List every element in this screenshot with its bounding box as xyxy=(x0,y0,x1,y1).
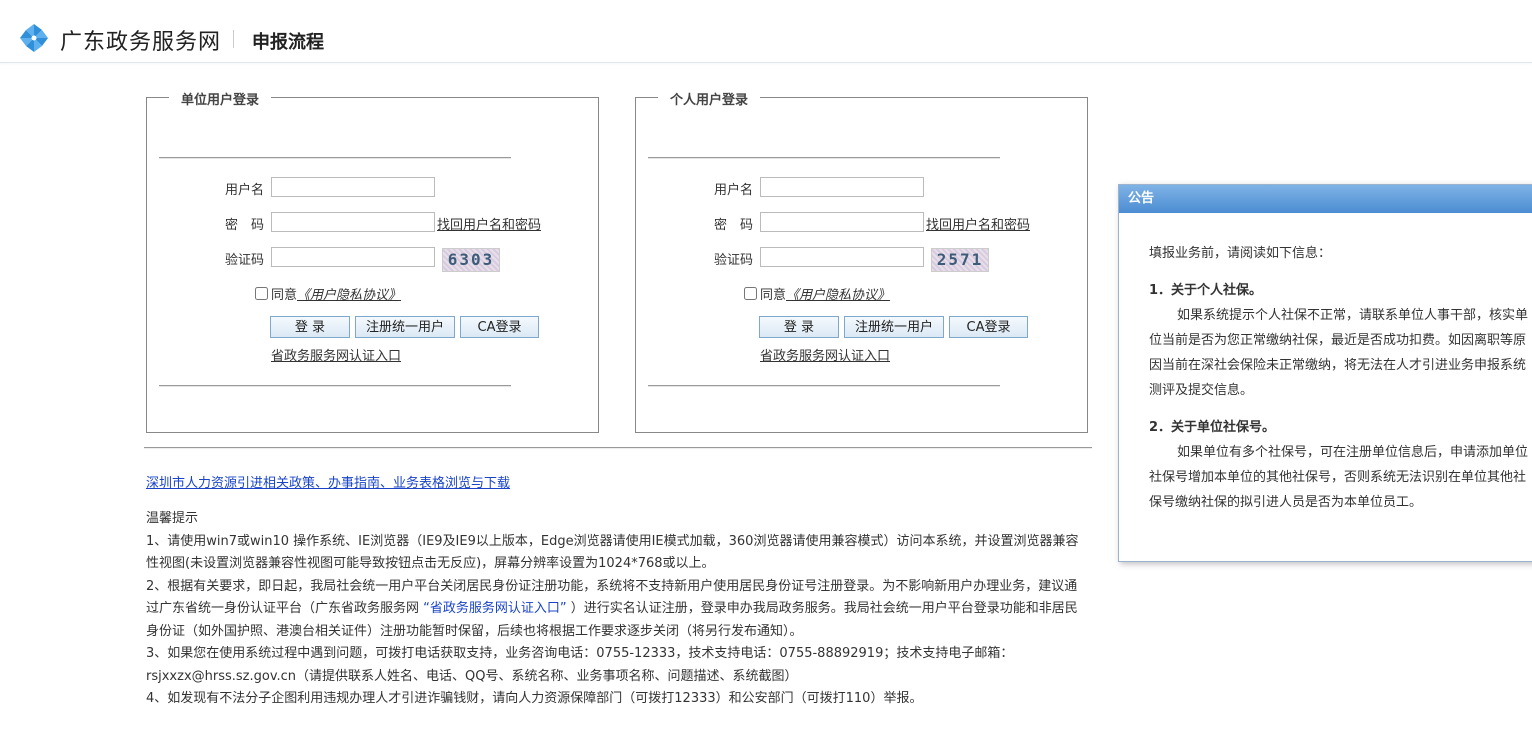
notice-panel: 公告 填报业务前，请阅读如下信息： 1．关于个人社保。 如果系统提示个人社保不正… xyxy=(1118,184,1532,562)
personal-login-legend: 个人用户登录 xyxy=(658,89,761,108)
personal-ca-login-button[interactable]: CA登录 xyxy=(949,316,1028,338)
personal-forgot-password-link[interactable]: 找回用户名和密码 xyxy=(926,214,1030,233)
site-name[interactable]: 广东政务服务网 xyxy=(60,24,221,56)
unit-province-auth-link[interactable]: 省政务服务网认证入口 xyxy=(271,345,401,364)
notice-body: 填报业务前，请阅读如下信息： 1．关于个人社保。 如果系统提示个人社保不正常，请… xyxy=(1119,213,1529,515)
header-divider xyxy=(233,30,234,48)
notice-section-title: 2．关于单位社保号。 xyxy=(1149,420,1276,435)
captcha-label: 验证码 xyxy=(714,253,754,268)
unit-agree-checkbox[interactable] xyxy=(255,287,268,300)
header: 广东政务服务网 申报流程 xyxy=(0,0,1532,63)
divider-line xyxy=(159,157,511,159)
notice-section-title: 1．关于个人社保。 xyxy=(1149,283,1263,298)
unit-password-input[interactable] xyxy=(271,212,435,232)
divider-line xyxy=(159,385,511,387)
tip-item-4: 4、如发现有不法分子企图利用违规办理人才引进诈骗钱财，请向人力资源保障部门（可拨… xyxy=(146,691,923,706)
tips-title: 温馨提示 xyxy=(146,511,199,526)
unit-login-panel: 单位用户登录 用户名 密 码 找回用户名和密码 验证码 6303 同意 《用户隐… xyxy=(146,89,599,433)
unit-captcha-input[interactable] xyxy=(271,247,435,267)
agree-prefix: 同意 xyxy=(271,288,298,303)
captcha-label: 验证码 xyxy=(225,253,265,268)
personal-login-button[interactable]: 登 录 xyxy=(759,316,839,338)
tips-section: 温馨提示 1、请使用win7或win10 操作系统、IE浏览器（IE9及IE9以… xyxy=(146,508,1086,711)
unit-ca-login-button[interactable]: CA登录 xyxy=(460,316,539,338)
personal-agree-row: 同意 《用户隐私协议》 xyxy=(744,284,890,303)
section-divider xyxy=(144,447,1092,449)
tip-province-auth-link[interactable]: “省政务服务网认证入口” xyxy=(423,601,566,616)
unit-login-legend: 单位用户登录 xyxy=(169,89,272,108)
username-label: 用户名 xyxy=(714,183,754,198)
unit-privacy-link[interactable]: 《用户隐私协议》 xyxy=(297,284,401,303)
divider-line xyxy=(648,157,1000,159)
notice-intro: 填报业务前，请阅读如下信息： xyxy=(1149,246,1332,261)
tip-item-2: 2、根据有关要求，即日起，我局社会统一用户平台关闭居民身份证注册功能，系统将不支… xyxy=(146,576,1086,644)
unit-agree-row: 同意 《用户隐私协议》 xyxy=(255,284,401,303)
tip-item-1: 1、请使用win7或win10 操作系统、IE浏览器（IE9及IE9以上版本，E… xyxy=(146,533,1079,572)
personal-privacy-link[interactable]: 《用户隐私协议》 xyxy=(786,284,890,303)
personal-captcha-image[interactable]: 2571 xyxy=(931,248,989,272)
page-title: 申报流程 xyxy=(252,32,324,53)
unit-forgot-password-link[interactable]: 找回用户名和密码 xyxy=(437,214,541,233)
notice-section-text: 如果系统提示个人社保不正常，请联系单位人事干部，核实单位当前是否为您正常缴纳社保… xyxy=(1149,308,1529,398)
personal-login-panel: 个人用户登录 用户名 密 码 找回用户名和密码 验证码 2571 同意 《用户隐… xyxy=(635,89,1088,433)
personal-register-button[interactable]: 注册统一用户 xyxy=(844,316,944,338)
divider-line xyxy=(648,385,1000,387)
personal-captcha-input[interactable] xyxy=(760,247,924,267)
personal-username-input[interactable] xyxy=(760,177,924,197)
password-label: 密 码 xyxy=(225,218,265,233)
unit-captcha-image[interactable]: 6303 xyxy=(442,248,500,272)
unit-register-button[interactable]: 注册统一用户 xyxy=(355,316,455,338)
personal-password-input[interactable] xyxy=(760,212,924,232)
pinwheel-logo-icon[interactable] xyxy=(18,22,50,54)
policy-download-link[interactable]: 深圳市人力资源引进相关政策、办事指南、业务表格浏览与下载 xyxy=(146,472,510,491)
agree-prefix: 同意 xyxy=(760,288,787,303)
unit-login-button[interactable]: 登 录 xyxy=(270,316,350,338)
tip-item-3: 3、如果您在使用系统过程中遇到问题，可拨打电话获取支持，业务咨询电话：0755-… xyxy=(146,646,1014,684)
notice-section-text: 如果单位有多个社保号，可在注册单位信息后，申请添加单位社保号增加本单位的其他社保… xyxy=(1149,445,1529,510)
personal-province-auth-link[interactable]: 省政务服务网认证入口 xyxy=(760,345,890,364)
notice-title: 公告 xyxy=(1119,185,1532,213)
unit-username-input[interactable] xyxy=(271,177,435,197)
personal-agree-checkbox[interactable] xyxy=(744,287,757,300)
password-label: 密 码 xyxy=(714,218,754,233)
username-label: 用户名 xyxy=(225,183,265,198)
